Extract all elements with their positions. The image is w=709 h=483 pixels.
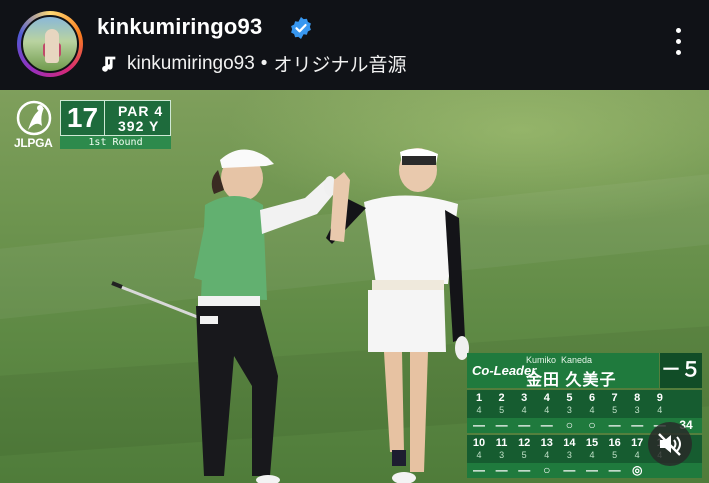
hole-result-cell: ○ bbox=[588, 418, 596, 432]
hole-number-cell: 17 bbox=[631, 437, 644, 449]
hole-number-cell: 12 bbox=[518, 437, 531, 449]
jlpga-logo-text: JLPGA bbox=[14, 136, 53, 150]
hole-number-cell: 9 bbox=[656, 392, 663, 404]
hole-par-cell: 5 bbox=[612, 405, 618, 415]
profile-avatar[interactable] bbox=[17, 11, 83, 77]
username-link[interactable]: kinkumiringo93 bbox=[97, 14, 262, 40]
hole-result-cell: — bbox=[586, 463, 598, 477]
hole-result-cell: — bbox=[563, 463, 576, 477]
hole-par-cell: 4 bbox=[589, 405, 595, 415]
player-romaji: Kumiko Kaneda bbox=[526, 355, 593, 365]
hole-result-cell: — bbox=[518, 463, 531, 477]
hole-par-cell: 4 bbox=[589, 450, 595, 460]
hole-number-cell: 1 bbox=[475, 392, 483, 404]
hole-number-cell: 11 bbox=[495, 437, 508, 449]
hole-result-cell: ○ bbox=[543, 463, 551, 477]
hole-par-cell: 5 bbox=[612, 450, 618, 460]
hole-number-cell: 2 bbox=[498, 392, 505, 404]
hole-result-cell: — bbox=[473, 418, 485, 432]
hole-par-cell: 4 bbox=[544, 405, 550, 415]
hole-number-cell: 13 bbox=[540, 437, 553, 449]
scorecard-header: Co-Leader Kumiko Kaneda 金田 久美子 bbox=[467, 353, 659, 389]
hole-info: PAR 4 392 Y bbox=[105, 100, 171, 136]
hole-par-cell: 4 bbox=[476, 405, 482, 415]
hole-result-cell: — bbox=[608, 463, 621, 477]
hole-yardage: 392 Y bbox=[118, 118, 160, 134]
hole-number-cell: 8 bbox=[634, 392, 641, 404]
hole-par-cell: 3 bbox=[634, 405, 640, 415]
hole-par-cell: 4 bbox=[476, 450, 482, 460]
hole-par-cell: 4 bbox=[544, 450, 550, 460]
hole-par-cell: 3 bbox=[499, 450, 505, 460]
hole-result-cell: ◎ bbox=[631, 463, 643, 477]
hole-par-cell: 5 bbox=[521, 450, 527, 460]
hole-result-cell: ○ bbox=[565, 418, 574, 432]
hole-result-cell: — bbox=[631, 418, 644, 432]
mute-button[interactable] bbox=[648, 422, 692, 466]
total-to-par: －５ bbox=[660, 353, 702, 388]
hole-number-cell: 15 bbox=[585, 437, 599, 449]
hole-result-cell: — bbox=[495, 463, 508, 477]
speaker-muted-icon bbox=[658, 433, 681, 456]
hole-result-cell: — bbox=[608, 418, 621, 432]
hole-par-cell: 5 bbox=[499, 405, 505, 415]
hole-number: 17 bbox=[60, 100, 105, 136]
hole-par-cell: 3 bbox=[566, 450, 572, 460]
audio-separator: • bbox=[260, 52, 268, 74]
avatar-image bbox=[21, 15, 79, 73]
music-note-icon bbox=[102, 56, 116, 72]
hole-result-cell: — bbox=[473, 463, 485, 477]
hole-number-cell: 7 bbox=[611, 392, 618, 404]
hole-par-cell: 4 bbox=[521, 405, 527, 415]
round-label: 1st Round bbox=[60, 136, 171, 149]
hole-number-cell: 16 bbox=[608, 437, 621, 449]
front-nine-holes: 123456789454434534 bbox=[467, 390, 702, 418]
hole-par-cell: 3 bbox=[566, 405, 572, 415]
hole-par-cell: 4 bbox=[634, 450, 640, 460]
hole-number-cell: 6 bbox=[588, 392, 596, 404]
player-name: 金田 久美子 bbox=[526, 372, 617, 389]
hole-par-cell: 4 bbox=[657, 405, 663, 415]
hole-number-cell: 5 bbox=[566, 392, 573, 404]
more-vertical-icon[interactable] bbox=[668, 28, 688, 62]
video-player[interactable]: JLPGA 17 PAR 4 392 Y 1st Round Co-Leader… bbox=[0, 90, 709, 483]
post-header: kinkumiringo93 kinkumiringo93 • オリジナル音源 bbox=[0, 0, 709, 90]
hole-par: PAR 4 bbox=[118, 103, 164, 119]
hole-result-cell: — bbox=[495, 418, 508, 432]
verified-badge-icon bbox=[291, 17, 311, 39]
hole-number-cell: 10 bbox=[472, 437, 486, 449]
audio-link[interactable]: kinkumiringo93 • オリジナル音源 bbox=[97, 50, 406, 77]
hole-number-cell: 14 bbox=[563, 437, 576, 449]
hole-number-cell: 4 bbox=[543, 392, 550, 404]
hole-result-cell: — bbox=[518, 418, 531, 432]
audio-title: オリジナル音源 bbox=[273, 55, 407, 76]
hole-number-cell: 3 bbox=[521, 392, 528, 404]
hole-result-cell: — bbox=[540, 418, 553, 432]
audio-owner: kinkumiringo93 bbox=[127, 52, 255, 74]
